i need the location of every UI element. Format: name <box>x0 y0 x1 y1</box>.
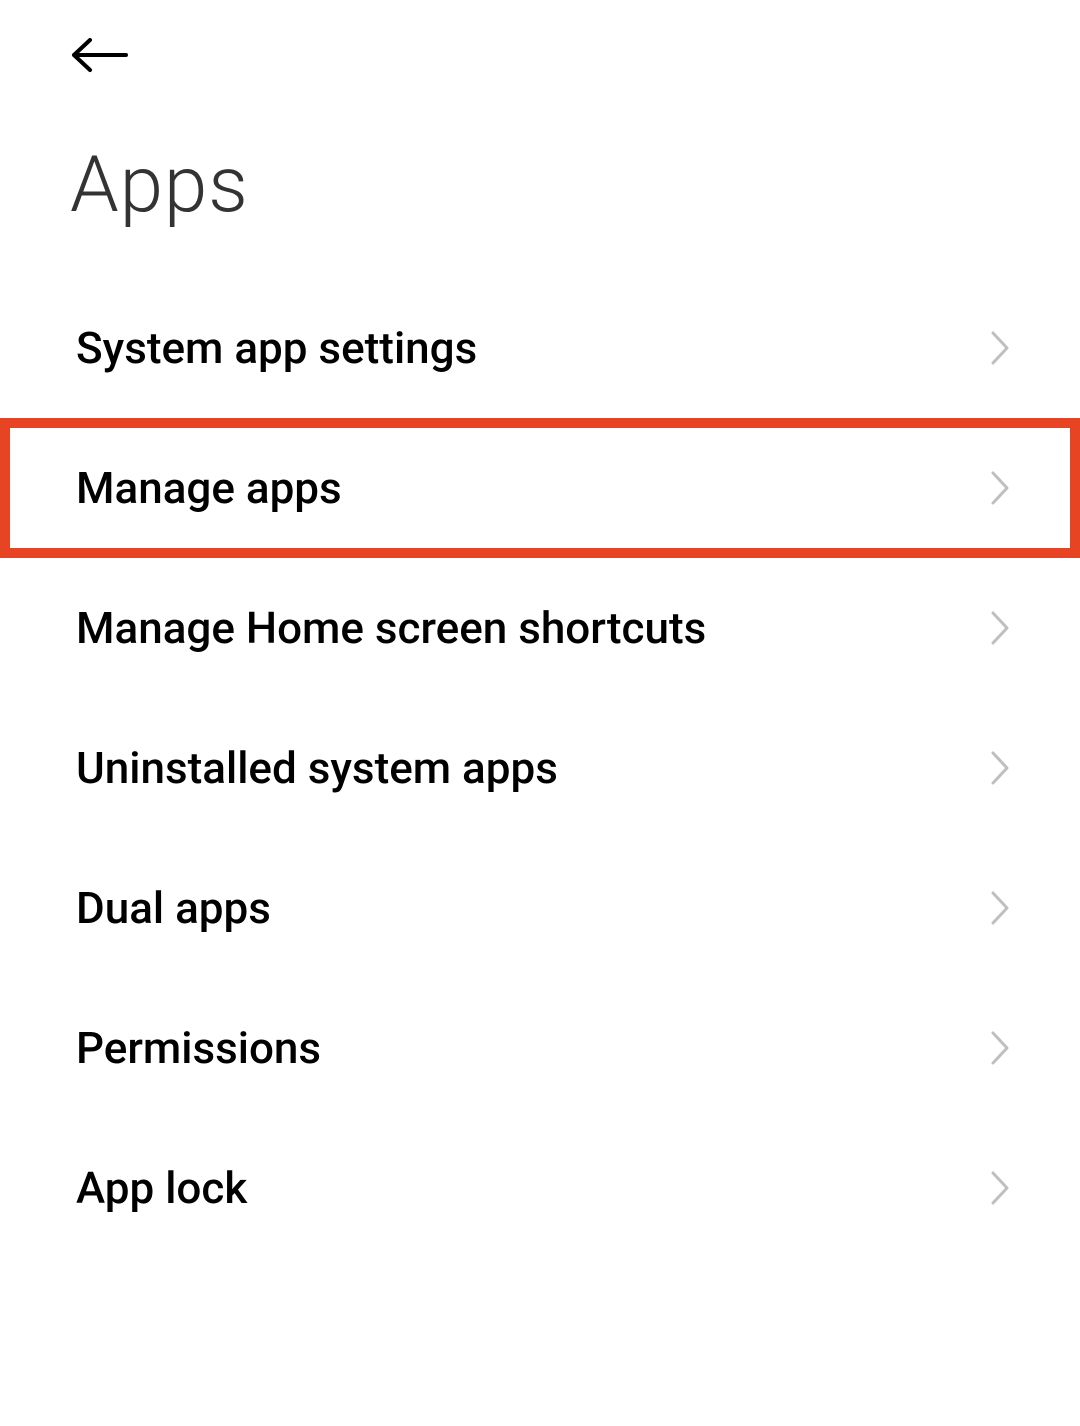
chevron-right-icon <box>990 1170 1010 1206</box>
list-item-label: Dual apps <box>76 882 271 934</box>
settings-list: System app settings Manage apps Manage H… <box>0 278 1080 1258</box>
list-item-label: System app settings <box>76 322 477 374</box>
list-item-label: Permissions <box>76 1022 321 1074</box>
chevron-right-icon <box>990 890 1010 926</box>
list-item-label: Uninstalled system apps <box>76 742 558 794</box>
chevron-right-icon <box>990 470 1010 506</box>
chevron-right-icon <box>990 330 1010 366</box>
list-item-app-lock[interactable]: App lock <box>0 1118 1080 1258</box>
chevron-right-icon <box>990 750 1010 786</box>
list-item-manage-apps[interactable]: Manage apps <box>0 418 1080 558</box>
list-item-manage-home-screen-shortcuts[interactable]: Manage Home screen shortcuts <box>0 558 1080 698</box>
chevron-right-icon <box>990 1030 1010 1066</box>
chevron-right-icon <box>990 610 1010 646</box>
list-item-label: App lock <box>76 1162 247 1214</box>
list-item-permissions[interactable]: Permissions <box>0 978 1080 1118</box>
list-item-label: Manage Home screen shortcuts <box>76 602 706 654</box>
list-item-dual-apps[interactable]: Dual apps <box>0 838 1080 978</box>
arrow-left-icon <box>70 36 128 74</box>
list-item-system-app-settings[interactable]: System app settings <box>0 278 1080 418</box>
page-title: Apps <box>70 140 249 231</box>
list-item-uninstalled-system-apps[interactable]: Uninstalled system apps <box>0 698 1080 838</box>
back-button[interactable] <box>70 30 140 80</box>
list-item-label: Manage apps <box>76 462 342 514</box>
